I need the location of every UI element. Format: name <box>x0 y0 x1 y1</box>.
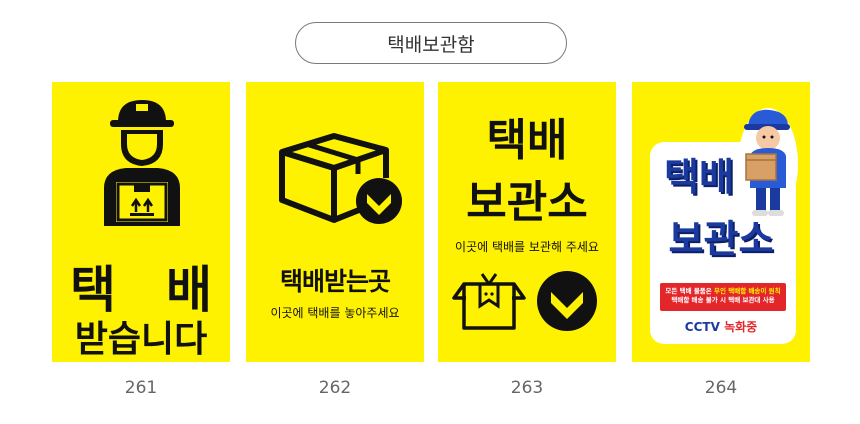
sign-card-262[interactable]: 택배받는곳 이곳에 택배를 놓아주세요 <box>246 82 424 362</box>
product-number: 264 <box>704 378 738 398</box>
notice-line2: 택배함 배송 불가 시 택배 보관대 사용 <box>671 296 775 304</box>
cctv-label: CCTV 녹화중 <box>632 318 810 335</box>
sign-text-line2: 보관소 <box>668 217 774 261</box>
sign-text-line2: 받습니다 <box>74 319 208 360</box>
product-number: 262 <box>318 378 352 398</box>
notice-box: 모든 택배 물품은 무인 택배함 배송이 원칙 택배함 배송 불가 시 택배 보… <box>660 283 786 311</box>
product-number: 263 <box>510 378 544 398</box>
cctv-text: CCTV <box>684 320 720 334</box>
sign-text-line2: 보관소 <box>466 177 588 228</box>
product-number: 261 <box>124 378 158 398</box>
notice-line1: 모든 택배 물품은 무인 택배함 배송이 원칙 <box>660 287 786 296</box>
sign-text-line1: 택배 <box>486 115 568 166</box>
chevron-down-circle-icon <box>537 271 597 331</box>
open-box-icon <box>452 273 526 330</box>
sign-title: 택배받는곳 <box>279 267 391 296</box>
sign-subtitle: 이곳에 택배를 보관해 주세요 <box>455 240 599 254</box>
recording-text: 녹화중 <box>724 320 758 334</box>
delivery-worker-icon <box>104 100 180 226</box>
sign-card-261[interactable]: 택 배 받습니다 <box>52 82 230 362</box>
sign-text-line1: 택배 <box>664 155 734 199</box>
sign-subtitle: 이곳에 택배를 놓아주세요 <box>270 306 400 320</box>
notice-line1-highlight: 무인 택배함 배송이 원칙 <box>714 287 781 295</box>
category-title: 택배보관함 <box>295 22 567 64</box>
sign-card-263[interactable]: 택배 보관소 이곳에 택배를 보관해 주세요 <box>438 82 616 362</box>
sign-card-264[interactable]: 택배 보관소 모든 택배 물품은 무인 택배함 배송이 원칙 택배함 배송 불가… <box>632 82 810 362</box>
notice-line1-a: 모든 택배 물품은 <box>665 287 712 295</box>
chevron-down-circle-icon <box>356 178 402 224</box>
